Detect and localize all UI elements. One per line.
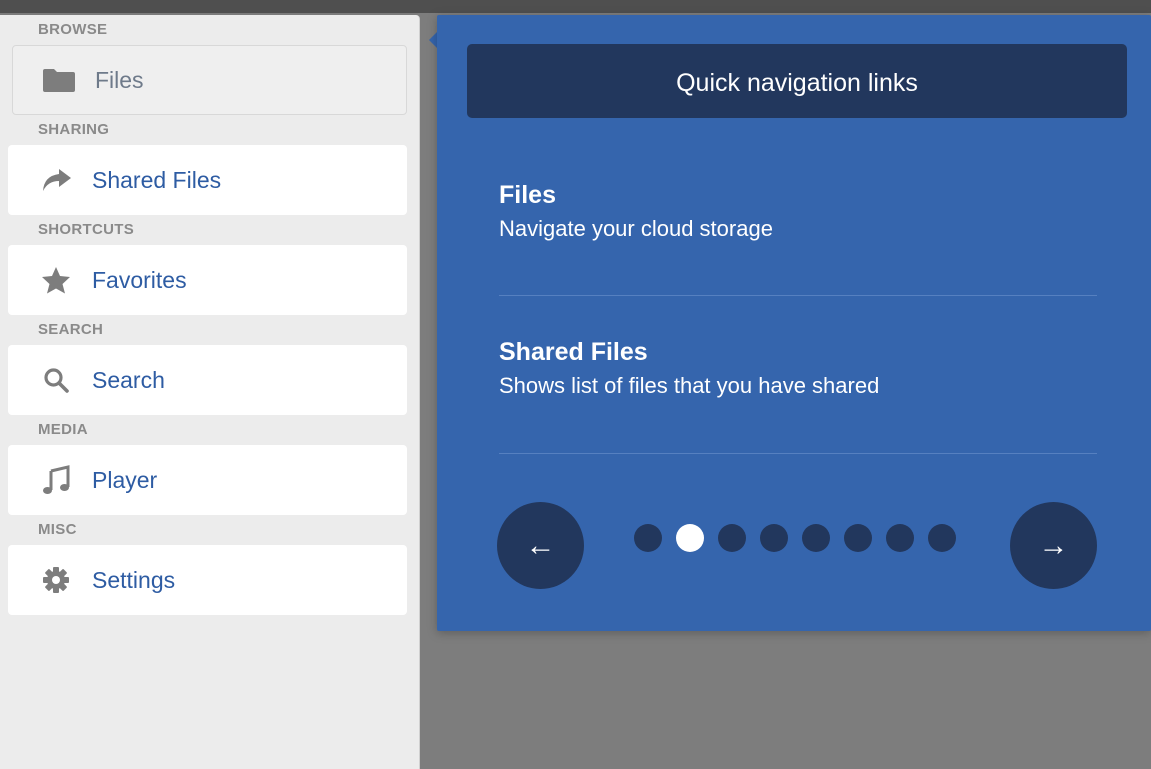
tour-link-shared-files[interactable]: Shared Files Shows list of files that yo… — [499, 338, 1097, 399]
gear-icon — [36, 566, 76, 594]
sidebar-item-label: Files — [95, 66, 144, 93]
sidebar-item-settings[interactable]: Settings — [8, 545, 407, 615]
pagination-dots — [634, 524, 970, 552]
tour-link-title: Shared Files — [499, 338, 648, 366]
prev-button[interactable]: ← — [497, 502, 584, 589]
pagination-dot[interactable] — [718, 524, 746, 552]
divider — [499, 453, 1097, 454]
next-button[interactable]: → — [1010, 502, 1097, 589]
sidebar-item-label: Shared Files — [92, 166, 222, 193]
tour-link-files[interactable]: Files Navigate your cloud storage — [499, 181, 1097, 242]
pagination-dot[interactable] — [802, 524, 830, 552]
tour-link-description: Shows list of files that you have shared — [499, 373, 880, 398]
sidebar-item-label: Settings — [92, 566, 176, 593]
sidebar-item-files[interactable]: Files — [12, 45, 407, 115]
pagination-dot[interactable] — [634, 524, 662, 552]
section-header-misc: MISC — [38, 521, 77, 538]
section-header-shortcuts: SHORTCUTS — [38, 221, 135, 238]
sidebar-item-shared-files[interactable]: Shared Files — [8, 145, 407, 215]
section-header-sharing: SHARING — [38, 121, 110, 138]
sidebar: BROWSE Files SHARING Shared Files SHORTC… — [0, 15, 420, 769]
tour-link-title: Files — [499, 181, 556, 209]
sidebar-item-player[interactable]: Player — [8, 445, 407, 515]
tour-link-description: Navigate your cloud storage — [499, 216, 773, 241]
sidebar-item-label: Favorites — [92, 266, 187, 293]
share-icon — [36, 167, 76, 193]
search-icon — [36, 367, 76, 393]
music-note-icon — [36, 465, 76, 495]
divider — [499, 295, 1097, 296]
sidebar-item-search[interactable]: Search — [8, 345, 407, 415]
sidebar-item-favorites[interactable]: Favorites — [8, 245, 407, 315]
sidebar-item-label: Player — [92, 466, 158, 493]
tour-popup: Quick navigation links Files Navigate yo… — [437, 15, 1151, 631]
pagination-dot[interactable] — [886, 524, 914, 552]
top-bar — [0, 0, 1151, 13]
folder-icon — [39, 67, 79, 93]
tour-title: Quick navigation links — [467, 44, 1127, 118]
pagination-dot[interactable] — [928, 524, 956, 552]
pagination-dot[interactable] — [760, 524, 788, 552]
pagination-dot[interactable] — [844, 524, 872, 552]
pagination-dot-active[interactable] — [676, 524, 704, 552]
section-header-browse: BROWSE — [38, 21, 108, 38]
star-icon — [36, 266, 76, 294]
sidebar-item-label: Search — [92, 366, 165, 393]
section-header-search: SEARCH — [38, 321, 104, 338]
section-header-media: MEDIA — [38, 421, 88, 438]
